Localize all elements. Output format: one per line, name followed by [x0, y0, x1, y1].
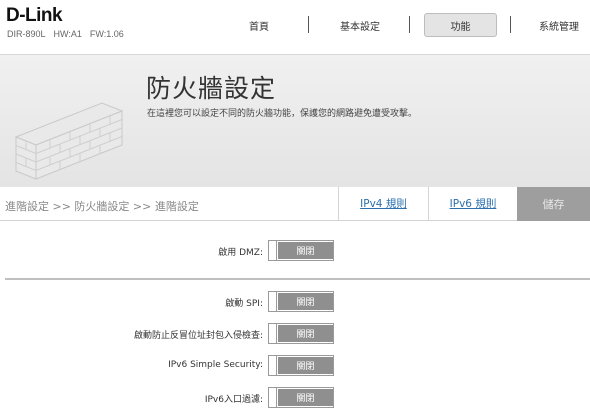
toggle-state: 關閉: [278, 389, 333, 406]
page-description: 在這裡您可以設定不同的防火牆功能，保護您的網路避免遭受攻擊。: [147, 109, 418, 119]
model-name: DIR-890L: [7, 29, 46, 39]
fw-version: FW:1.06: [89, 29, 124, 39]
anti-spoof-toggle[interactable]: 關閉: [268, 323, 334, 344]
page-title: 防火牆設定: [146, 74, 277, 103]
toggle-knob: [269, 292, 277, 311]
dmz-label: 啟用 DMZ:: [218, 248, 263, 258]
toggle-state: 關閉: [278, 357, 333, 374]
toggle-state: 關閉: [278, 325, 333, 342]
nav-separator: [409, 16, 410, 33]
dmz-toggle[interactable]: 關閉: [268, 240, 334, 261]
toggle-knob: [269, 241, 277, 260]
section-divider: [5, 278, 590, 280]
device-info: DIR-890L HW:A1 FW:1.06: [7, 29, 132, 39]
toggle-knob: [269, 356, 277, 375]
nav-features[interactable]: 功能: [424, 13, 497, 37]
page-banner: 防火牆設定 在這裡您可以設定不同的防火牆功能，保護您的網路避免遭受攻擊。: [0, 54, 590, 187]
save-button[interactable]: 儲存: [517, 187, 590, 221]
ipv6-simple-security-label: IPv6 Simple Security:: [168, 360, 263, 370]
tab-ipv4-rules[interactable]: IPv4 規則: [338, 187, 428, 220]
spi-label: 啟動 SPI:: [225, 299, 263, 309]
dlink-logo[interactable]: D-Link: [6, 5, 63, 27]
toggle-state: 關閉: [278, 242, 333, 259]
spi-toggle[interactable]: 關閉: [268, 291, 334, 312]
nav-system-admin[interactable]: 系統管理: [528, 13, 590, 37]
nav-separator: [510, 16, 511, 33]
ipv6-ingress-filter-toggle[interactable]: 關閉: [268, 387, 334, 408]
nav-separator: [308, 16, 309, 33]
tab-ipv6-rules[interactable]: IPv6 規則: [428, 187, 517, 220]
nav-home[interactable]: 首頁: [232, 13, 286, 37]
header: D-Link DIR-890L HW:A1 FW:1.06 首頁 基本設定 功能 系…: [0, 0, 590, 54]
brick-wall-icon: [14, 102, 124, 180]
hw-version: HW:A1: [53, 29, 82, 39]
anti-spoof-label: 啟動防止反冒位址封包入侵檢查:: [133, 331, 263, 341]
sub-toolbar: 進階設定 >> 防火牆設定 >> 進階設定 IPv4 規則 IPv6 規則 儲存: [0, 187, 590, 221]
ipv6-ingress-filter-label: IPv6入口過濾:: [204, 395, 263, 405]
nav-basic-settings[interactable]: 基本設定: [328, 13, 392, 37]
toggle-state: 關閉: [278, 293, 333, 310]
toggle-knob: [269, 388, 277, 407]
ipv6-simple-security-toggle[interactable]: 關閉: [268, 355, 334, 376]
breadcrumb: 進階設定 >> 防火牆設定 >> 進階設定: [5, 200, 199, 213]
toggle-knob: [269, 324, 277, 343]
